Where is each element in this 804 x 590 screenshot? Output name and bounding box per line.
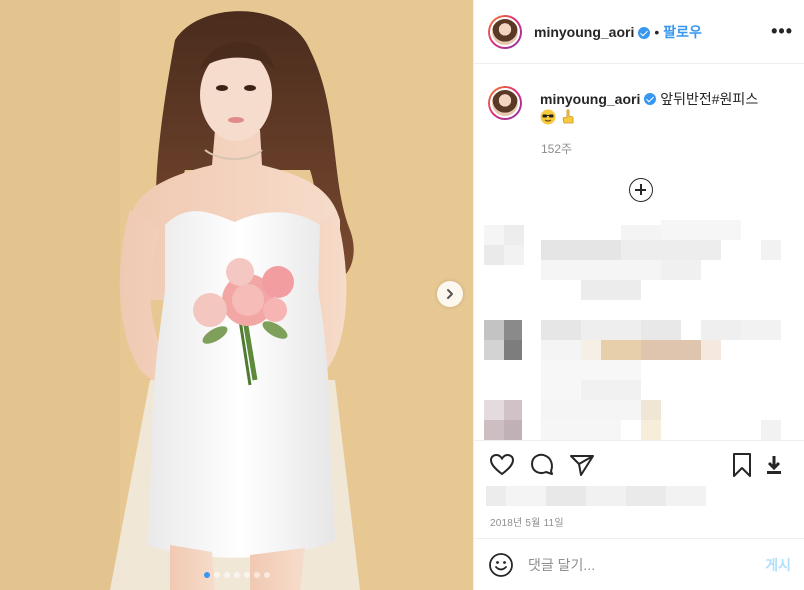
blurred-comments: [484, 220, 781, 440]
load-more-comments-icon[interactable]: [629, 178, 653, 202]
post-sidebar: minyoung_aori • 팔로우 ••• minyoung_aori 앞뒤…: [473, 0, 804, 590]
heart-icon[interactable]: [488, 451, 516, 479]
verified-badge-icon: [638, 26, 651, 39]
follow-separator: •: [654, 23, 660, 40]
download-icon[interactable]: [760, 451, 788, 479]
carousel-dot: [263, 572, 270, 578]
comment-bar: 게시: [474, 538, 804, 590]
caption-text: 앞뒤반전#원피스: [660, 91, 759, 107]
verified-badge-icon: [644, 93, 657, 105]
blurred-likes: [486, 486, 706, 506]
post-media[interactable]: [0, 0, 473, 590]
carousel-dot: [243, 572, 250, 578]
caption: minyoung_aori 앞뒤반전#원피스: [488, 86, 793, 126]
author-username[interactable]: minyoung_aori: [534, 24, 634, 40]
paper-plane-icon[interactable]: [568, 451, 596, 479]
chevron-right-icon: [447, 289, 453, 299]
more-options-icon[interactable]: •••: [771, 22, 793, 40]
caption-username[interactable]: minyoung_aori: [540, 91, 640, 107]
carousel-dot: [203, 572, 210, 578]
carousel-dot: [213, 572, 220, 578]
comment-icon[interactable]: [528, 451, 556, 479]
smile-icon[interactable]: [488, 552, 514, 578]
bookmark-icon[interactable]: [728, 451, 756, 479]
pointing-up-emoji-icon: [562, 109, 574, 124]
carousel-dot: [233, 572, 240, 578]
next-slide-button[interactable]: [437, 281, 463, 307]
post-comment-button[interactable]: 게시: [765, 555, 791, 575]
caption-age: 152주: [541, 142, 573, 156]
comment-input[interactable]: [528, 556, 748, 573]
post-timestamp: 2018년 5월 11일: [490, 518, 564, 529]
carousel-dot: [223, 572, 230, 578]
avatar[interactable]: [488, 14, 522, 49]
post-actions: [474, 440, 804, 490]
carousel-indicator: [0, 572, 473, 578]
avatar[interactable]: [488, 86, 522, 120]
carousel-dot: [253, 572, 260, 578]
follow-button[interactable]: 팔로우: [663, 22, 702, 42]
post-header: minyoung_aori • 팔로우 •••: [474, 0, 804, 64]
sunglasses-emoji-icon: [540, 109, 556, 125]
post-photo: [0, 0, 473, 590]
